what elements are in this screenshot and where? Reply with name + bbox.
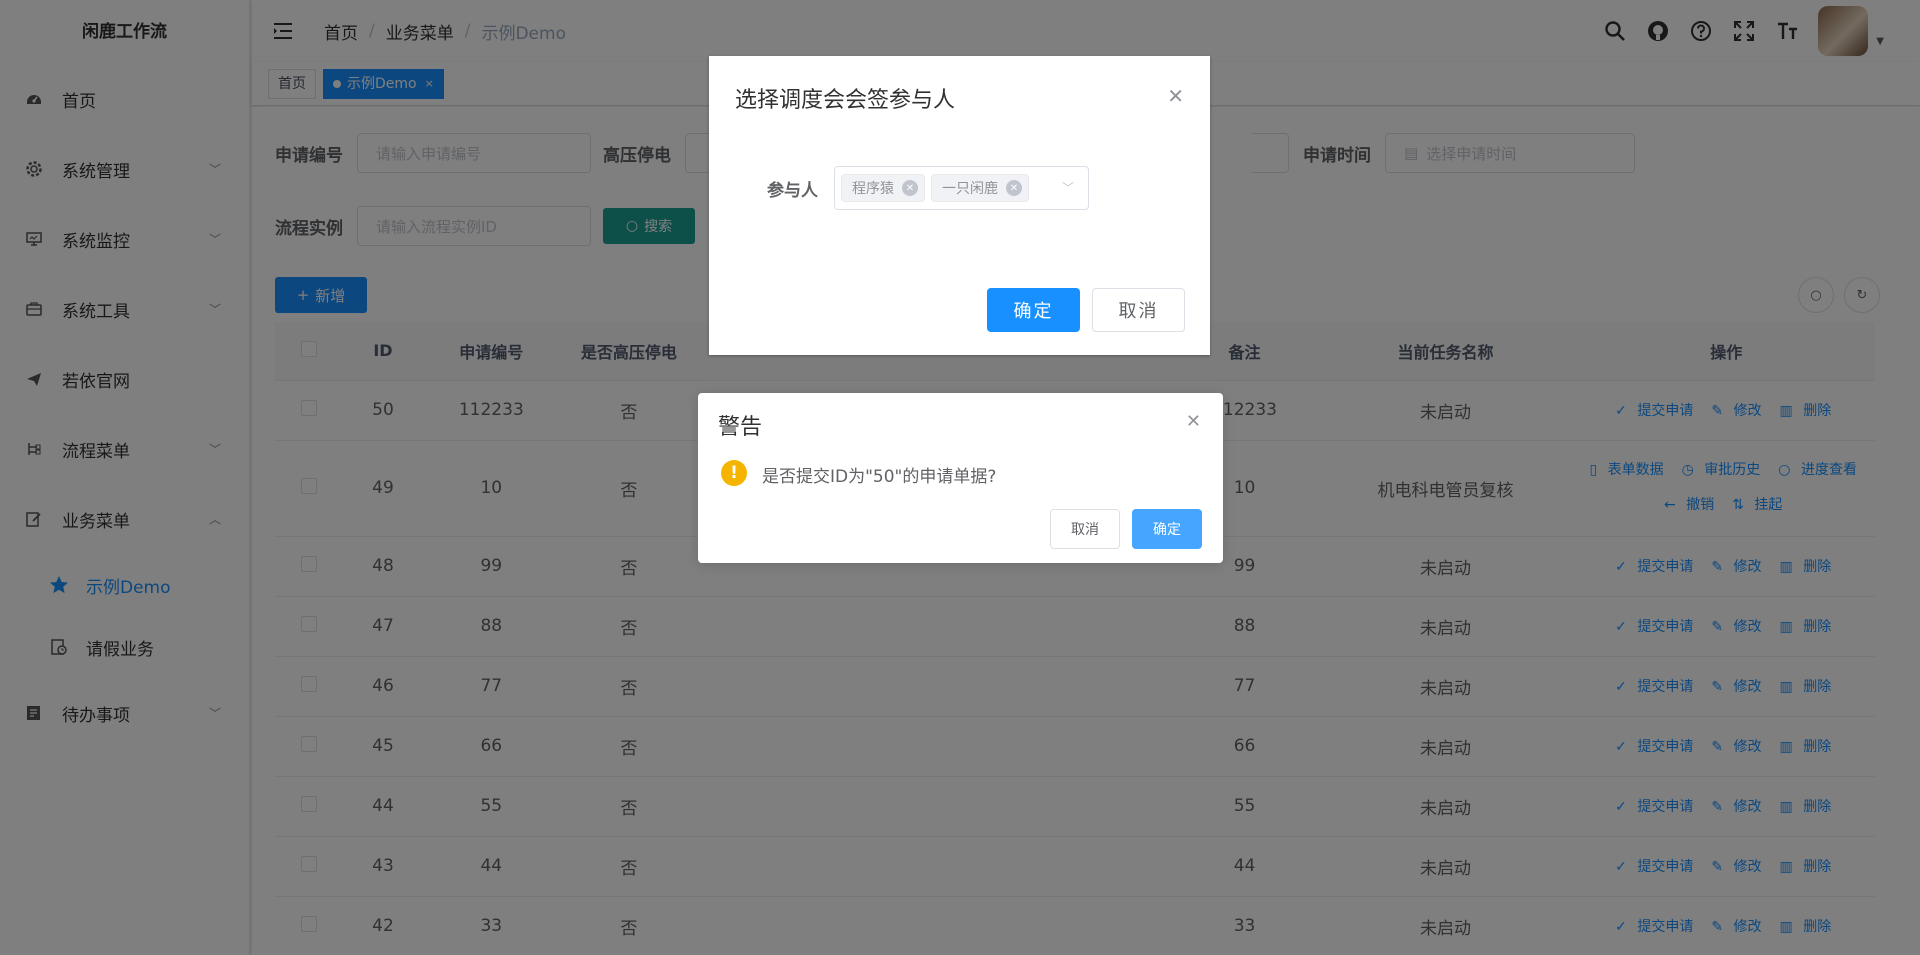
chip-close-icon[interactable]: ✕ xyxy=(1006,180,1022,196)
chevron-down-icon[interactable]: ﹀ xyxy=(1062,179,1074,196)
chip-close-icon[interactable]: ✕ xyxy=(902,180,918,196)
dialog-title: 选择调度会会签参与人 xyxy=(735,88,956,113)
participant-chip: 一只闲鹿 ✕ xyxy=(931,174,1029,202)
msgbox-ok-button[interactable]: 确定 xyxy=(1132,509,1202,549)
msgbox-message: 是否提交ID为"50"的申请单据? xyxy=(762,467,997,487)
msgbox-title: 警告 xyxy=(718,415,763,440)
close-icon[interactable]: ✕ xyxy=(1167,84,1184,108)
msgbox-cancel-button[interactable]: 取消 xyxy=(1050,509,1120,549)
dialog-ok-button[interactable]: 确定 xyxy=(987,288,1080,332)
warning-message-box: 警告 ✕ ! 是否提交ID为"50"的申请单据? 取消 确定 xyxy=(698,393,1223,563)
participant-chip: 程序猿 ✕ xyxy=(841,174,925,202)
participants-dialog: 选择调度会会签参与人 ✕ 参与人 程序猿 ✕ 一只闲鹿 ✕ ﹀ 确定 取消 xyxy=(709,56,1210,355)
chip-label: 程序猿 xyxy=(852,181,894,197)
chip-label: 一只闲鹿 xyxy=(942,181,998,197)
warning-icon: ! xyxy=(721,460,747,486)
dialog-cancel-button[interactable]: 取消 xyxy=(1092,288,1185,332)
participants-field: 参与人 程序猿 ✕ 一只闲鹿 ✕ ﹀ xyxy=(767,166,1089,210)
participants-select[interactable]: 程序猿 ✕ 一只闲鹿 ✕ ﹀ xyxy=(834,166,1089,210)
close-icon[interactable]: ✕ xyxy=(1186,411,1201,432)
participants-label: 参与人 xyxy=(767,180,818,201)
